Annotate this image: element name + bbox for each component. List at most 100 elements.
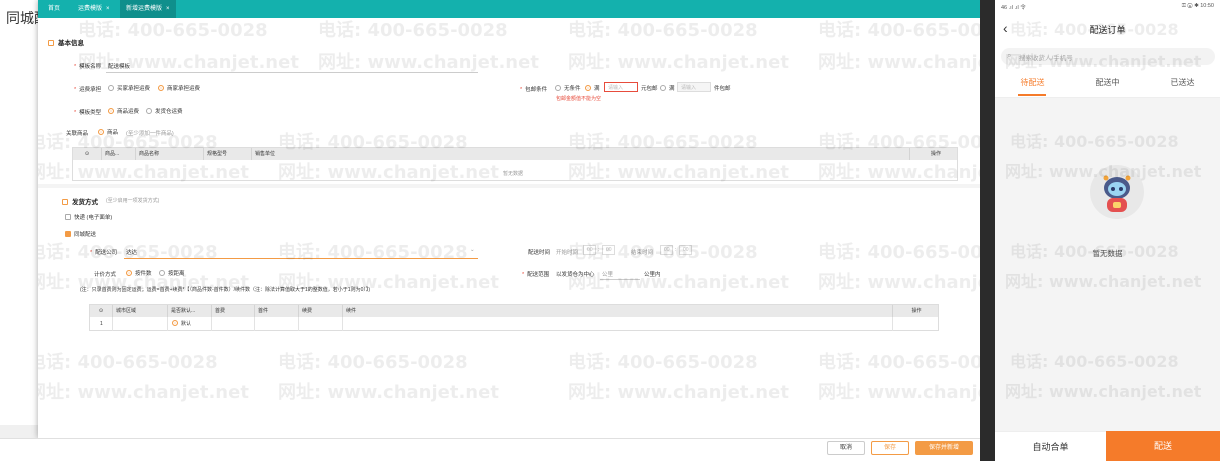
watermark: 电话: 400-665-0028 [818, 20, 980, 41]
free-amount-error: 包邮金额值不能为空 [556, 96, 602, 102]
column-header[interactable]: 首费 [211, 305, 254, 317]
range-prefix: 以发货仓为中心 [556, 272, 595, 278]
tab-label: 首页 [48, 6, 61, 12]
radio-icon [146, 108, 152, 114]
free-count-input[interactable]: 请输入 [677, 82, 711, 92]
chevron-down-icon[interactable]: ⌄ [470, 247, 475, 253]
watermark: 电话: 400-665-0028 [568, 20, 758, 41]
watermark: 电话: 400-665-0028 [818, 242, 980, 263]
free-amount-input[interactable]: 请输入 [604, 82, 638, 92]
radio-icon [660, 85, 666, 91]
column-header[interactable]: 首件 [254, 305, 298, 317]
column-header[interactable]: 销售单位 [251, 148, 341, 160]
settings-icon[interactable]: ⊙ [73, 148, 101, 160]
end-time-label: 结束时间 [631, 250, 654, 256]
watermark: 电话: 400-665-0028 [1010, 352, 1179, 371]
tab-freight-template[interactable]: 运费模版 × [72, 0, 116, 18]
end-hour-input[interactable]: 00 [660, 245, 673, 255]
tab-home[interactable]: 首页 [42, 0, 66, 18]
save-button[interactable]: 保存 [871, 441, 909, 455]
free-condition-label: * 包邮条件 [520, 87, 548, 93]
company-label: * 配送公司 [90, 250, 118, 256]
free-option-none[interactable]: 无条件 [555, 84, 581, 92]
column-header[interactable]: 续件 [342, 305, 892, 317]
watermark: 网址: www.chanjet.net [818, 52, 980, 73]
search-icon: ⌕ [1007, 51, 1012, 60]
watermark: 网址: www.chanjet.net [78, 52, 299, 73]
watermark: 网址: www.chanjet.net [568, 382, 789, 403]
watermark: 网址: www.chanjet.net [278, 382, 499, 403]
company-value[interactable]: 达达 [126, 248, 137, 256]
auto-merge-button[interactable]: 自动合单 [995, 431, 1106, 461]
start-time-label: 开始时间 [556, 250, 579, 256]
fee-table: ⊙ 城市区域 是否默认... 首费 首件 续费 续件 操作 1 默认 [89, 304, 939, 331]
related-option-goods[interactable]: 商品 [98, 128, 118, 136]
radio-checked-icon [108, 108, 114, 114]
deliver-button[interactable]: 配送 [1106, 431, 1220, 461]
type-option-product[interactable]: 商品运费 [108, 107, 139, 115]
fee-method-label: * 运费承担 [74, 87, 102, 93]
status-right: ⚿ ⓝ ✱ 10:50 [1181, 3, 1214, 9]
template-name-value[interactable]: 配送模板 [108, 62, 130, 70]
column-header[interactable]: 城市区域 [112, 305, 167, 317]
start-hour-input[interactable]: 00 [583, 245, 596, 255]
template-name-input[interactable] [106, 72, 478, 73]
free-option-count[interactable]: 满 [660, 84, 675, 92]
express-checkbox[interactable]: 快递 (电子面单) [65, 213, 112, 221]
type-option-warehouse[interactable]: 发货仓运费 [146, 107, 183, 115]
column-header: 操作 [892, 305, 940, 317]
start-minute-input[interactable]: 00 [602, 245, 615, 255]
related-goods-label: 关联商品 [66, 131, 89, 137]
radio-checked-icon [172, 320, 178, 326]
tab-delivering[interactable]: 配送中 [1070, 70, 1145, 98]
watermark: 电话: 400-665-0028 [38, 352, 218, 373]
cell-divider [298, 317, 299, 331]
background-panel [0, 30, 40, 425]
delivery-time-label: 配送时间 [528, 250, 551, 256]
close-icon[interactable]: × [106, 6, 110, 12]
column-header[interactable]: 规格型号 [203, 148, 251, 160]
tab-delivered[interactable]: 已送达 [1145, 70, 1220, 98]
pricing-option-distance[interactable]: 按距离 [159, 269, 185, 277]
free-option-amount[interactable]: 满 [585, 84, 600, 92]
default-radio[interactable]: 默认 [172, 320, 191, 327]
time-separator: : [675, 247, 677, 253]
fee-option-seller[interactable]: 商家承担运费 [158, 84, 200, 92]
local-delivery-checkbox[interactable]: 同城配送 [65, 230, 96, 238]
fee-option-buyer[interactable]: 买家承担运费 [108, 84, 150, 92]
watermark: 网址: www.chanjet.net [818, 272, 980, 293]
free-count-unit: 件包邮 [714, 86, 731, 92]
cancel-button[interactable]: 取消 [827, 441, 865, 455]
radio-checked-icon [585, 85, 591, 91]
bottom-actions: 自动合单 配送 [995, 431, 1220, 461]
delivery-title: 发货方式 [62, 196, 98, 206]
column-header: 操作 [909, 148, 959, 160]
search-input[interactable]: ⌕ 搜索收货人/手机号 [1001, 48, 1215, 65]
watermark: 网址: www.chanjet.net [818, 382, 980, 403]
status-left: 46 .ıl .ıl 令 [1001, 5, 1026, 11]
range-label: * 配送范围 [522, 272, 550, 278]
save-and-new-button[interactable]: 保存并新增 [915, 441, 973, 455]
company-select[interactable] [124, 258, 478, 259]
row-index: 1 [100, 321, 103, 327]
pricing-option-piece[interactable]: 按件数 [126, 269, 152, 277]
empty-text: 暂无数据 [503, 171, 524, 177]
settings-icon[interactable]: ⊙ [90, 305, 112, 317]
watermark: 电话: 400-665-0028 [568, 352, 758, 373]
column-header[interactable]: 是否默认... [167, 305, 211, 317]
column-header[interactable]: 商品名称 [135, 148, 203, 160]
column-header[interactable]: 商品... [101, 148, 135, 160]
radio-checked-icon [98, 129, 104, 135]
page-title: 配送订单 [1089, 25, 1126, 35]
close-icon[interactable]: × [166, 6, 170, 12]
column-header[interactable]: 续费 [298, 305, 342, 317]
cell-divider [167, 317, 168, 331]
form-icon [48, 40, 54, 46]
checkbox-checked-icon [65, 231, 71, 237]
end-minute-input[interactable]: 00 [679, 245, 692, 255]
radio-checked-icon [158, 85, 164, 91]
range-input[interactable]: 公里 [602, 270, 613, 278]
divider [980, 0, 995, 461]
tab-new-freight-template[interactable]: 新增运费模版 × [120, 0, 176, 18]
cell-divider [254, 317, 255, 331]
